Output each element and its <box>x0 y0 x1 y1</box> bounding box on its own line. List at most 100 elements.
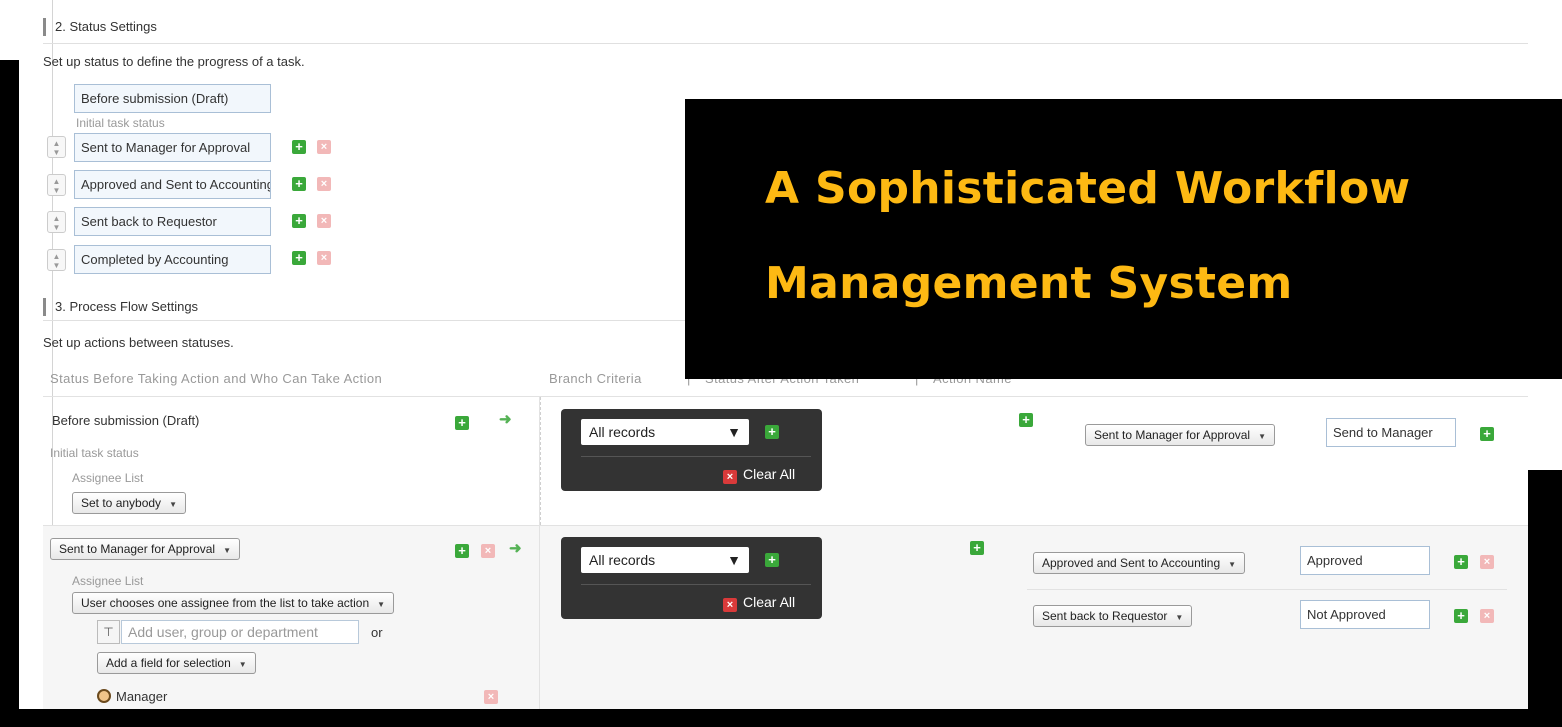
remove-icon[interactable]: × <box>481 544 495 558</box>
process-flow-description: Set up actions between statuses. <box>43 335 234 350</box>
plus-icon[interactable]: + <box>1454 609 1468 623</box>
plus-icon[interactable]: + <box>1480 427 1494 441</box>
process-flow-title: 3. Process Flow Settings <box>43 298 198 316</box>
user-group-input[interactable]: Add user, group or department <box>121 620 359 644</box>
status-input[interactable]: Sent to Manager for Approval <box>74 133 271 162</box>
clear-all-button[interactable]: × Clear All <box>723 466 795 484</box>
action-name-input[interactable]: Not Approved <box>1300 600 1430 629</box>
plus-icon[interactable]: + <box>765 425 779 439</box>
assignee-entry: Manager <box>116 689 168 704</box>
action-name-input[interactable]: Send to Manager <box>1326 418 1456 447</box>
outcome-divider <box>1027 589 1507 590</box>
row-status-hint: Initial task status <box>50 446 139 460</box>
status-after-select[interactable]: Sent back to Requestor ▼ <box>1033 605 1193 627</box>
remove-icon[interactable]: × <box>484 690 498 704</box>
field-selection-select[interactable]: Add a field for selection ▼ <box>97 652 256 674</box>
plus-icon[interactable]: + <box>1454 555 1468 569</box>
remove-icon[interactable]: × <box>317 214 331 228</box>
plus-icon[interactable]: + <box>1019 413 1033 427</box>
branch-select[interactable]: All records ▼ <box>581 547 749 573</box>
plus-icon[interactable]: + <box>292 251 306 265</box>
user-icon <box>97 689 111 703</box>
clear-all-label: Clear All <box>743 466 796 482</box>
or-label: or <box>371 625 383 640</box>
org-tree-icon[interactable]: ⊤ <box>97 620 120 644</box>
sort-handle-icon[interactable]: ▲ ▼ <box>47 174 66 196</box>
field-selection-value: Add a field for selection <box>106 656 231 670</box>
status-settings-description: Set up status to define the progress of … <box>43 54 305 69</box>
frame-right <box>1528 470 1562 727</box>
plus-icon[interactable]: + <box>970 541 984 555</box>
status-after-value: Sent to Manager for Approval <box>1094 428 1251 442</box>
dotted-divider <box>540 397 541 525</box>
plus-icon[interactable]: + <box>292 177 306 191</box>
status-settings-title: 2. Status Settings <box>43 18 157 36</box>
chevron-down-icon: ▼ <box>1228 560 1237 569</box>
plus-icon[interactable]: + <box>292 140 306 154</box>
chevron-down-icon: ▼ <box>1258 432 1267 441</box>
status-input[interactable]: Sent back to Requestor <box>74 207 271 236</box>
remove-icon[interactable]: × <box>1480 555 1494 569</box>
branch-divider <box>581 456 811 457</box>
column-divider <box>539 525 540 709</box>
remove-icon: × <box>723 470 737 484</box>
remove-icon: × <box>723 598 737 612</box>
chevron-down-icon: ▼ <box>727 424 741 440</box>
status-input[interactable]: Approved and Sent to Accounting <box>74 170 271 199</box>
chevron-down-icon: ▼ <box>238 660 247 669</box>
row-divider <box>43 396 1528 397</box>
row-status-select[interactable]: Sent to Manager for Approval ▼ <box>50 538 241 560</box>
sort-handle-icon[interactable]: ▲ ▼ <box>47 249 66 271</box>
section-divider <box>43 43 1528 44</box>
status-after-value: Sent back to Requestor <box>1042 609 1168 623</box>
chevron-down-icon: ▼ <box>169 500 177 509</box>
frame-bottom <box>0 709 1562 727</box>
remove-icon[interactable]: × <box>1480 609 1494 623</box>
status-input[interactable]: Completed by Accounting <box>74 245 271 274</box>
status-after-select[interactable]: Approved and Sent to Accounting ▼ <box>1033 552 1246 574</box>
assignee-select[interactable]: Set to anybody ▼ <box>72 492 186 514</box>
branch-criteria-panel: All records ▼ + × Clear All <box>561 537 822 619</box>
headline-line-2: Management System <box>765 258 1293 309</box>
frame-left <box>0 60 19 727</box>
branch-criteria-panel: All records ▼ + × Clear All <box>561 409 822 491</box>
chevron-down-icon: ▼ <box>1175 613 1184 622</box>
arrow-right-icon: ➜ <box>499 411 512 428</box>
remove-icon[interactable]: × <box>317 140 331 154</box>
remove-icon[interactable]: × <box>317 251 331 265</box>
status-after-select[interactable]: Sent to Manager for Approval ▼ <box>1085 424 1276 446</box>
sort-handle-icon[interactable]: ▲ ▼ <box>47 136 66 158</box>
branch-select[interactable]: All records ▼ <box>581 419 749 445</box>
chevron-down-icon: ▼ <box>727 552 741 568</box>
clear-all-label: Clear All <box>743 594 796 610</box>
headline-banner <box>685 99 1562 379</box>
row-divider <box>43 525 1528 526</box>
branch-select-value: All records <box>589 424 656 440</box>
branch-select-value: All records <box>589 552 656 568</box>
column-header-branch-criteria: Branch Criteria <box>549 371 642 386</box>
column-header-status-before: Status Before Taking Action and Who Can … <box>50 371 383 386</box>
chevron-down-icon: ▼ <box>223 546 232 555</box>
chevron-down-icon: ▼ <box>377 600 386 609</box>
branch-divider <box>581 584 811 585</box>
assignee-select-value: User chooses one assignee from the list … <box>81 596 370 610</box>
remove-icon[interactable]: × <box>317 177 331 191</box>
plus-icon[interactable]: + <box>765 553 779 567</box>
clear-all-button[interactable]: × Clear All <box>723 594 795 612</box>
headline-line-1: A Sophisticated Workflow <box>765 163 1411 214</box>
status-after-value: Approved and Sent to Accounting <box>1042 556 1221 570</box>
initial-status-input[interactable]: Before submission (Draft) <box>74 84 271 113</box>
plus-icon[interactable]: + <box>455 416 469 430</box>
sort-handle-icon[interactable]: ▲ ▼ <box>47 211 66 233</box>
initial-status-hint: Initial task status <box>76 116 165 130</box>
assignee-list-label: Assignee List <box>72 574 144 588</box>
assignee-select-value: Set to anybody <box>81 496 162 510</box>
arrow-right-icon: ➜ <box>509 540 522 557</box>
assignee-select[interactable]: User chooses one assignee from the list … <box>72 592 395 614</box>
row-status-label: Before submission (Draft) <box>52 413 200 428</box>
assignee-list-label: Assignee List <box>72 471 144 485</box>
plus-icon[interactable]: + <box>455 544 469 558</box>
action-name-input[interactable]: Approved <box>1300 546 1430 575</box>
row-status-value: Sent to Manager for Approval <box>59 542 216 556</box>
plus-icon[interactable]: + <box>292 214 306 228</box>
